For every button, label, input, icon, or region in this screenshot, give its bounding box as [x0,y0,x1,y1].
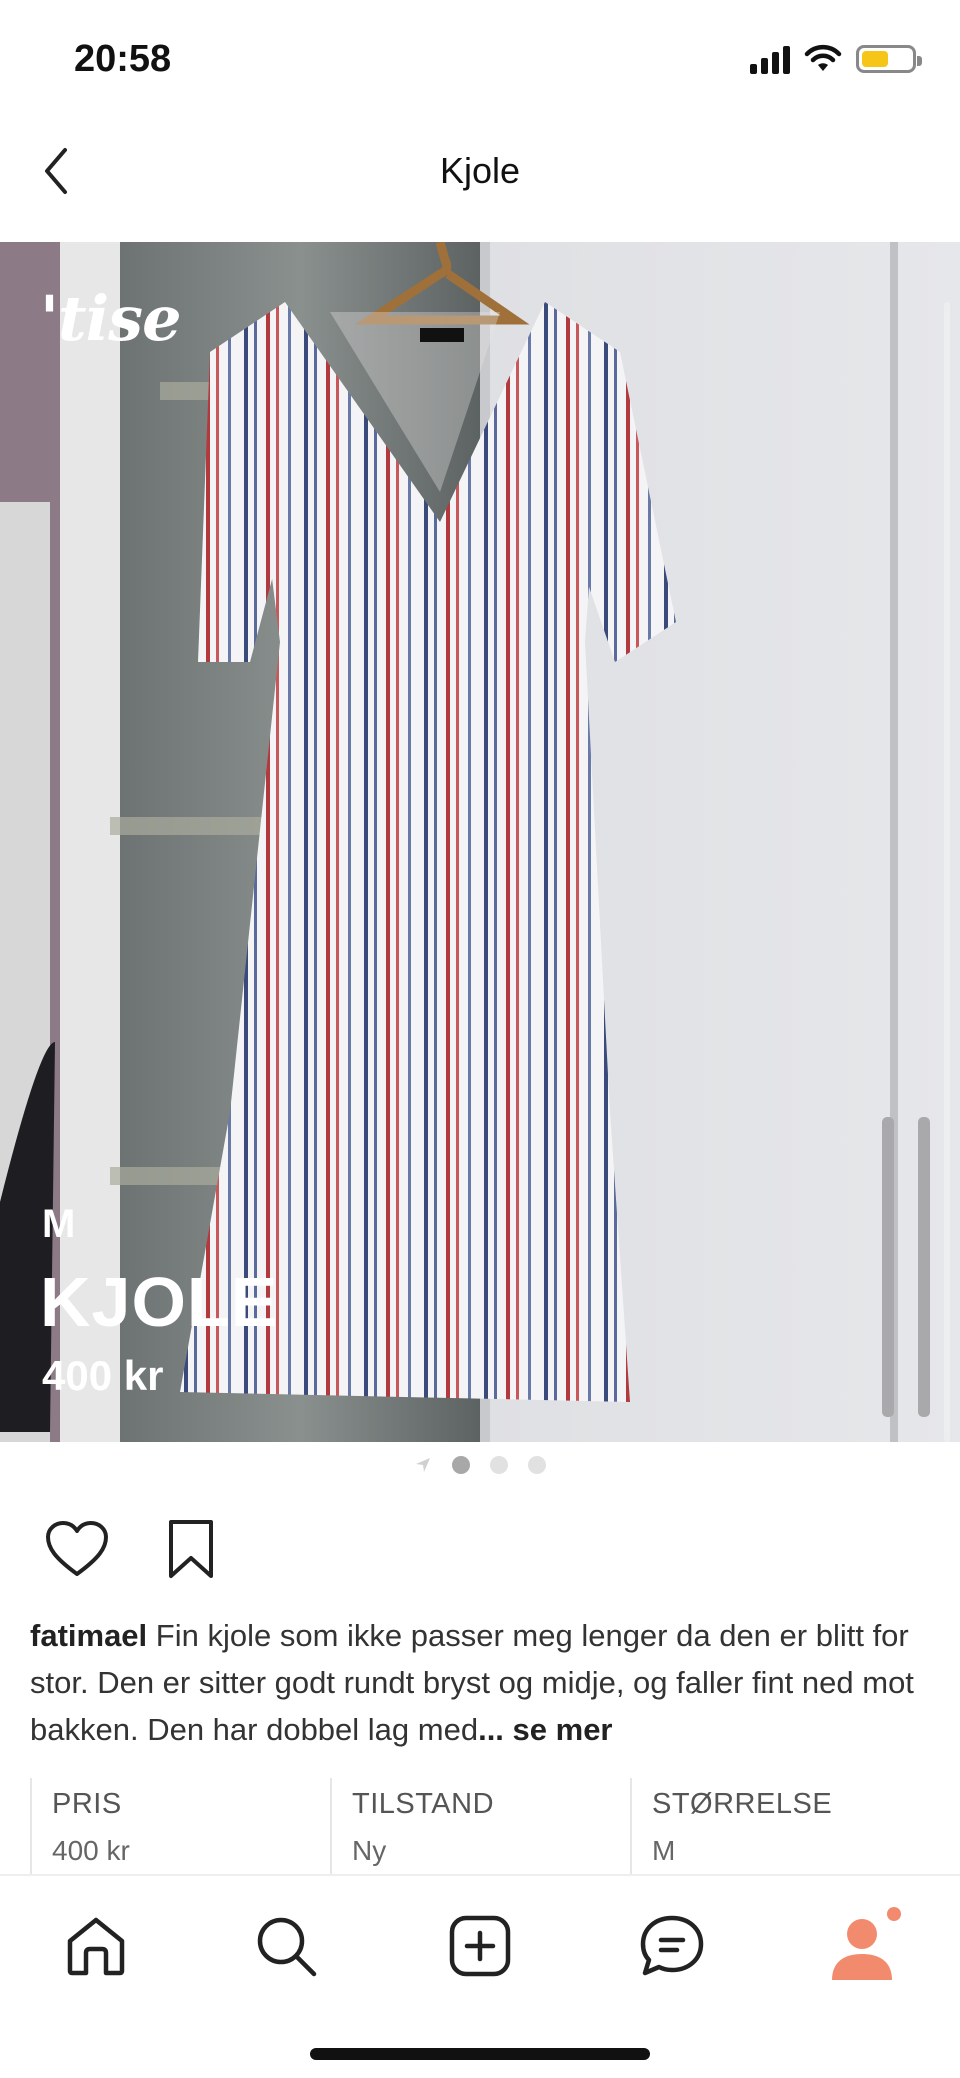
info-condition: TILSTAND Ny [330,1778,630,1874]
home-indicator [310,2048,650,2060]
overlay-title: KJOLE [40,1263,279,1341]
profile-icon [832,1907,901,1980]
like-button[interactable] [44,1516,110,1582]
nav-add[interactable] [440,1906,520,1986]
pager-dot[interactable] [452,1456,470,1474]
page-title: Kjole [439,150,521,191]
product-image[interactable]: 'tise M KJOLE 400 kr [0,242,960,1442]
info-grid: PRIS 400 kr TILSTAND Ny STØRRELSE M [30,1778,930,1874]
image-pager [0,1452,960,1478]
info-size: STØRRELSE M [630,1778,930,1874]
pager-dot[interactable] [528,1456,546,1474]
header: Kjole [0,120,960,242]
post-actions [44,1516,224,1582]
nav-search[interactable] [246,1906,326,1986]
post-description: fatimael Fin kjole som ikke passer meg l… [30,1612,940,1753]
info-condition-value: Ny [352,1835,387,1866]
overlay-price: 400 kr [42,1352,164,1399]
info-size-value: M [652,1835,676,1866]
tise-logo: 'tise [40,282,182,355]
pager-dot[interactable] [490,1456,508,1474]
nav-profile[interactable] [824,1906,904,1986]
messages-icon [640,1915,704,1976]
save-button[interactable] [158,1516,224,1582]
username[interactable]: fatimael [30,1618,147,1653]
info-price-label: PRIS [52,1788,122,1820]
battery-icon [856,45,922,73]
heart-icon [46,1521,108,1576]
overlay-size: M [42,1202,76,1246]
signal-icon [750,44,790,74]
image-scrollbar [944,302,950,1442]
info-condition-label: TILSTAND [352,1788,495,1820]
nav-home[interactable] [56,1906,136,1986]
bookmark-icon [169,1520,213,1578]
see-more-link[interactable]: ... se mer [478,1712,612,1747]
home-icon [67,1917,125,1976]
search-icon [257,1917,317,1977]
info-price-value: 400 kr [52,1835,130,1866]
status-time: 20:58 [74,38,172,80]
status-icons [750,44,922,74]
bottom-nav [0,1874,960,2078]
info-size-label: STØRRELSE [652,1788,833,1820]
add-icon [449,1915,511,1977]
description-text: Fin kjole som ikke passer meg lenger da … [30,1618,914,1747]
info-price: PRIS 400 kr [30,1778,330,1874]
location-arrow-icon [416,1458,430,1472]
wifi-icon [804,44,842,71]
status-bar: 20:58 [0,0,960,120]
nav-messages[interactable] [632,1906,712,1986]
